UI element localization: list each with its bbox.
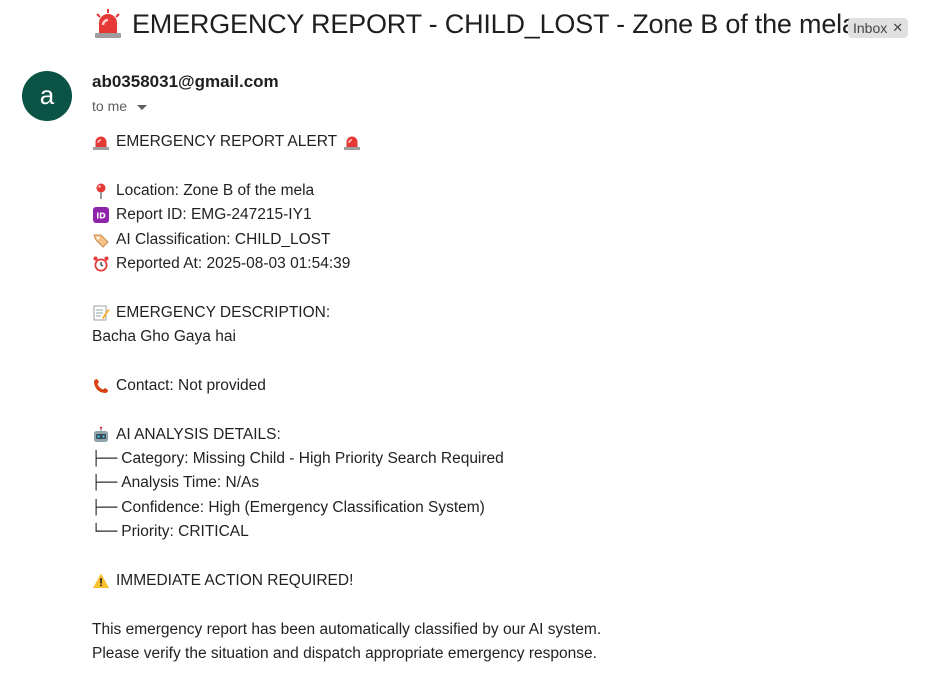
analysis-item: ├── Category: Missing Child - High Prior… [92,447,912,471]
recipient-text: to me [92,98,128,114]
alarm-clock-icon [93,256,109,272]
tree-branch: ├── [92,499,118,516]
description-text: Bacha Gho Gaya hai [92,328,236,346]
description-text-line: Bacha Gho Gaya hai [92,325,912,349]
siren-icon [92,8,124,40]
classification-line: AI Classification: CHILD_LOST [92,228,912,252]
contact-text: Contact: Not provided [116,376,266,394]
robot-icon [94,426,108,442]
analysis-heading-line: AI ANALYSIS DETAILS: [92,423,912,447]
analysis-item: ├── Analysis Time: N/As [92,471,912,495]
inbox-label-chip[interactable]: Inbox ✕ [848,18,909,38]
alert-title: EMERGENCY REPORT ALERT [116,133,338,150]
siren-icon [93,136,109,151]
siren-icon [344,136,361,151]
analysis-item-text: Priority: CRITICAL [121,523,249,541]
action-required-text: IMMEDIATE ACTION REQUIRED! [116,572,354,590]
analysis-item-text: Confidence: High (Emergency Classificati… [121,498,485,516]
email-body: EMERGENCY REPORT ALERT Location: Zone B … [92,130,912,667]
location-line: Location: Zone B of the mela [92,179,912,203]
footer-text-2: Please verify the situation and dispatch… [92,645,597,663]
id-icon: ID [93,207,109,224]
footer-text-1: This emergency report has been automatic… [92,620,602,638]
report-id-text: Report ID: EMG-247215-IY1 [116,206,312,224]
phone-icon [94,379,108,394]
memo-icon [93,305,110,321]
description-heading-line: EMERGENCY DESCRIPTION: [92,301,912,325]
label-text: Inbox [853,20,888,36]
warning-icon [93,573,109,589]
recipient-line: to me [92,98,148,114]
footer-line: This emergency report has been automatic… [92,618,912,642]
location-text: Location: Zone B of the mela [116,181,315,199]
classification-text: AI Classification: CHILD_LOST [116,230,331,248]
reported-at-line: Reported At: 2025-08-03 01:54:39 [92,252,912,276]
close-icon[interactable]: ✕ [892,18,903,38]
sender-address[interactable]: ab0358031@gmail.com [92,72,279,92]
avatar[interactable]: a [22,71,72,121]
contact-line: Contact: Not provided [92,374,912,398]
email-subject: EMERGENCY REPORT - CHILD_LOST - Zone B o… [132,8,857,39]
analysis-heading: AI ANALYSIS DETAILS: [116,425,281,443]
svg-text:ID: ID [96,212,106,221]
pin-icon [96,183,106,199]
footer-line: Please verify the situation and dispatch… [92,642,912,666]
description-heading: EMERGENCY DESCRIPTION: [116,303,331,321]
report-id-line: ID Report ID: EMG-247215-IY1 [92,203,912,227]
analysis-item: └── Priority: CRITICAL [92,520,912,544]
analysis-item: ├── Confidence: High (Emergency Classifi… [92,496,912,520]
tag-icon [93,234,109,248]
chevron-down-icon[interactable] [137,104,148,110]
alert-title-line: EMERGENCY REPORT ALERT [92,130,912,154]
analysis-item-text: Category: Missing Child - High Priority … [121,450,504,468]
tree-branch: └── [92,524,118,541]
analysis-item-text: Analysis Time: N/As [121,474,260,492]
subject-row: EMERGENCY REPORT - CHILD_LOST - Zone B o… [92,8,857,40]
action-required-line: IMMEDIATE ACTION REQUIRED! [92,569,912,593]
tree-branch: ├── [92,475,118,492]
tree-branch: ├── [92,451,118,468]
reported-at-text: Reported At: 2025-08-03 01:54:39 [116,254,351,272]
email-view: EMERGENCY REPORT - CHILD_LOST - Zone B o… [0,0,937,674]
